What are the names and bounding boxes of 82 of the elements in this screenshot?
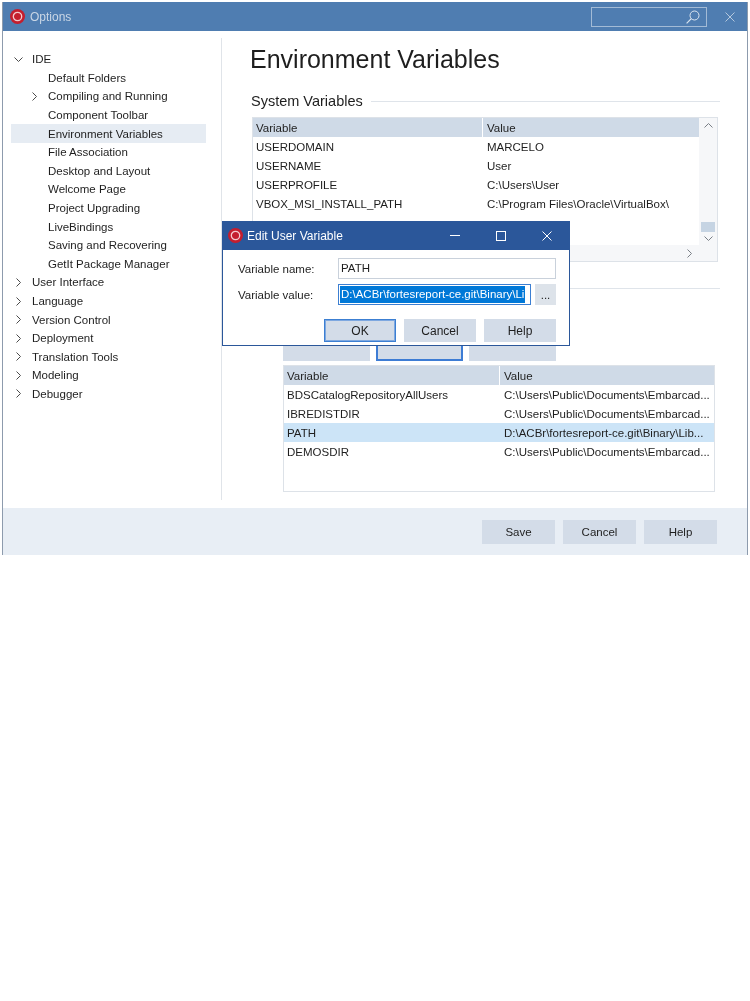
table-cell-text: USERPROFILE bbox=[255, 178, 339, 191]
column-header[interactable]: Value bbox=[483, 118, 699, 137]
table-cell-text: DEMOSDIR bbox=[286, 445, 350, 458]
table-row[interactable]: DEMOSDIR C:\Users\Public\Documents\Embarcad... bbox=[284, 442, 714, 461]
table-row[interactable]: USERPROFILE C:\Users\User bbox=[253, 175, 699, 194]
table-cell-text: C:\Program Files\Oracle\VirtualBox\ bbox=[486, 197, 670, 210]
chevron-right-icon[interactable] bbox=[15, 333, 21, 343]
tree-item[interactable]: Compiling and Running bbox=[11, 87, 206, 106]
cancel-button[interactable]: Cancel bbox=[404, 319, 476, 342]
table-cell-text: C:\Users\User bbox=[486, 178, 561, 191]
search-icon[interactable] bbox=[686, 9, 700, 24]
tree-item[interactable]: Modeling bbox=[11, 366, 206, 385]
ok-button[interactable]: OK bbox=[324, 319, 396, 342]
table-row[interactable]: USERDOMAIN MARCELO bbox=[253, 137, 699, 156]
tree-item[interactable]: Debugger bbox=[11, 384, 206, 404]
chevron-right-icon[interactable] bbox=[15, 277, 21, 287]
table-cell-text: C:\Users\Public\Documents\Embarcad... bbox=[503, 445, 711, 458]
chevron-right-icon[interactable] bbox=[15, 370, 21, 380]
tree-item[interactable]: LiveBindings bbox=[11, 217, 206, 236]
tree-item[interactable]: Welcome Page bbox=[11, 180, 206, 199]
chevron-right-icon[interactable] bbox=[31, 92, 37, 101]
section-heading: System Variables bbox=[251, 93, 363, 109]
tree-item[interactable]: Component Toolbar bbox=[11, 105, 206, 125]
vertical-scrollbar[interactable] bbox=[699, 118, 717, 261]
field-label: Variable name: bbox=[238, 262, 316, 275]
chevron-right-icon[interactable] bbox=[15, 352, 21, 362]
browse-button[interactable]: ... bbox=[535, 284, 556, 305]
table-cell-text: USERNAME bbox=[255, 159, 323, 172]
table-cell-text: User bbox=[486, 159, 513, 172]
chevron-down-icon[interactable] bbox=[703, 236, 713, 241]
table-row[interactable]: VBOX_MSI_INSTALL_PATH C:\Program Files\Oracle\VirtualBox\ bbox=[253, 194, 699, 213]
help-button[interactable]: Help bbox=[644, 519, 717, 544]
page-heading: Environment Variables bbox=[250, 44, 500, 74]
search-field[interactable] bbox=[591, 6, 707, 27]
cancel-button[interactable]: Cancel bbox=[563, 519, 636, 544]
table-cell-text: IBREDISTDIR bbox=[286, 407, 361, 420]
tree-item[interactable]: Project Upgrading bbox=[11, 198, 206, 218]
tree-item[interactable]: Translation Tools bbox=[11, 347, 206, 367]
tree-item[interactable]: IDE bbox=[11, 50, 206, 69]
table-row[interactable]: IBREDISTDIR C:\Users\Public\Documents\Embarcad... bbox=[284, 404, 714, 423]
column-header[interactable]: Variable bbox=[253, 118, 482, 137]
help-button[interactable]: Help bbox=[484, 319, 556, 342]
horizontal-scrollbar[interactable] bbox=[570, 245, 699, 261]
tree-item[interactable]: Saving and Recovering bbox=[11, 235, 206, 255]
table-cell-text: C:\Users\Public\Documents\Embarcad... bbox=[503, 407, 711, 420]
tree-item[interactable]: Version Control bbox=[11, 310, 206, 329]
tree-item[interactable]: Default Folders bbox=[11, 68, 206, 88]
tree-item[interactable]: Environment Variables bbox=[11, 124, 206, 143]
chevron-right-icon[interactable] bbox=[687, 248, 692, 258]
text-field[interactable]: D:\ACBr\fortesreport-ce.git\Binary\Li bbox=[338, 284, 531, 305]
table-cell-text: BDSCatalogRepositoryAllUsers bbox=[286, 388, 450, 401]
chevron-down-icon[interactable] bbox=[13, 56, 23, 62]
table-cell-text: USERDOMAIN bbox=[255, 140, 335, 153]
logo-icon bbox=[228, 228, 243, 243]
tree-item[interactable]: Language bbox=[11, 291, 206, 311]
table-cell-text: VBOX_MSI_INSTALL_PATH bbox=[255, 197, 404, 210]
chevron-right-icon[interactable] bbox=[15, 296, 21, 306]
tree-item[interactable]: Desktop and Layout bbox=[11, 161, 206, 181]
table-cell-text: PATH bbox=[286, 426, 317, 439]
table-row[interactable]: BDSCatalogRepositoryAllUsers C:\Users\Public\Documents\Embarcad... bbox=[284, 385, 714, 404]
field-label: Variable value: bbox=[238, 288, 315, 301]
chevron-up-icon[interactable] bbox=[703, 123, 713, 128]
column-header[interactable]: Variable bbox=[284, 366, 499, 385]
variables-table[interactable] bbox=[283, 365, 715, 492]
table-row[interactable]: PATH D:\ACBr\fortesreport-ce.git\Binary\Lib... bbox=[284, 423, 714, 442]
chevron-right-icon[interactable] bbox=[15, 315, 21, 325]
maximize-icon[interactable] bbox=[496, 230, 506, 241]
table-row[interactable]: USERNAME User bbox=[253, 156, 699, 175]
table-cell-text: MARCELO bbox=[486, 140, 545, 153]
logo-icon bbox=[10, 9, 25, 24]
table-cell-text: C:\Users\Public\Documents\Embarcad... bbox=[503, 388, 711, 401]
window-title: Options bbox=[30, 9, 72, 24]
scrollbar-thumb[interactable] bbox=[701, 222, 715, 232]
tree-item[interactable]: GetIt Package Manager bbox=[11, 254, 206, 274]
save-button[interactable]: Save bbox=[482, 519, 555, 544]
tree-item[interactable]: File Association bbox=[11, 142, 206, 162]
table-cell-text: D:\ACBr\fortesreport-ce.git\Binary\Lib... bbox=[503, 426, 705, 439]
text-field[interactable]: PATH bbox=[338, 258, 556, 279]
tree-item[interactable]: Deployment bbox=[11, 328, 206, 348]
column-header[interactable]: Value bbox=[500, 366, 714, 385]
tree-item[interactable]: User Interface bbox=[11, 273, 206, 292]
chevron-right-icon[interactable] bbox=[15, 389, 21, 399]
